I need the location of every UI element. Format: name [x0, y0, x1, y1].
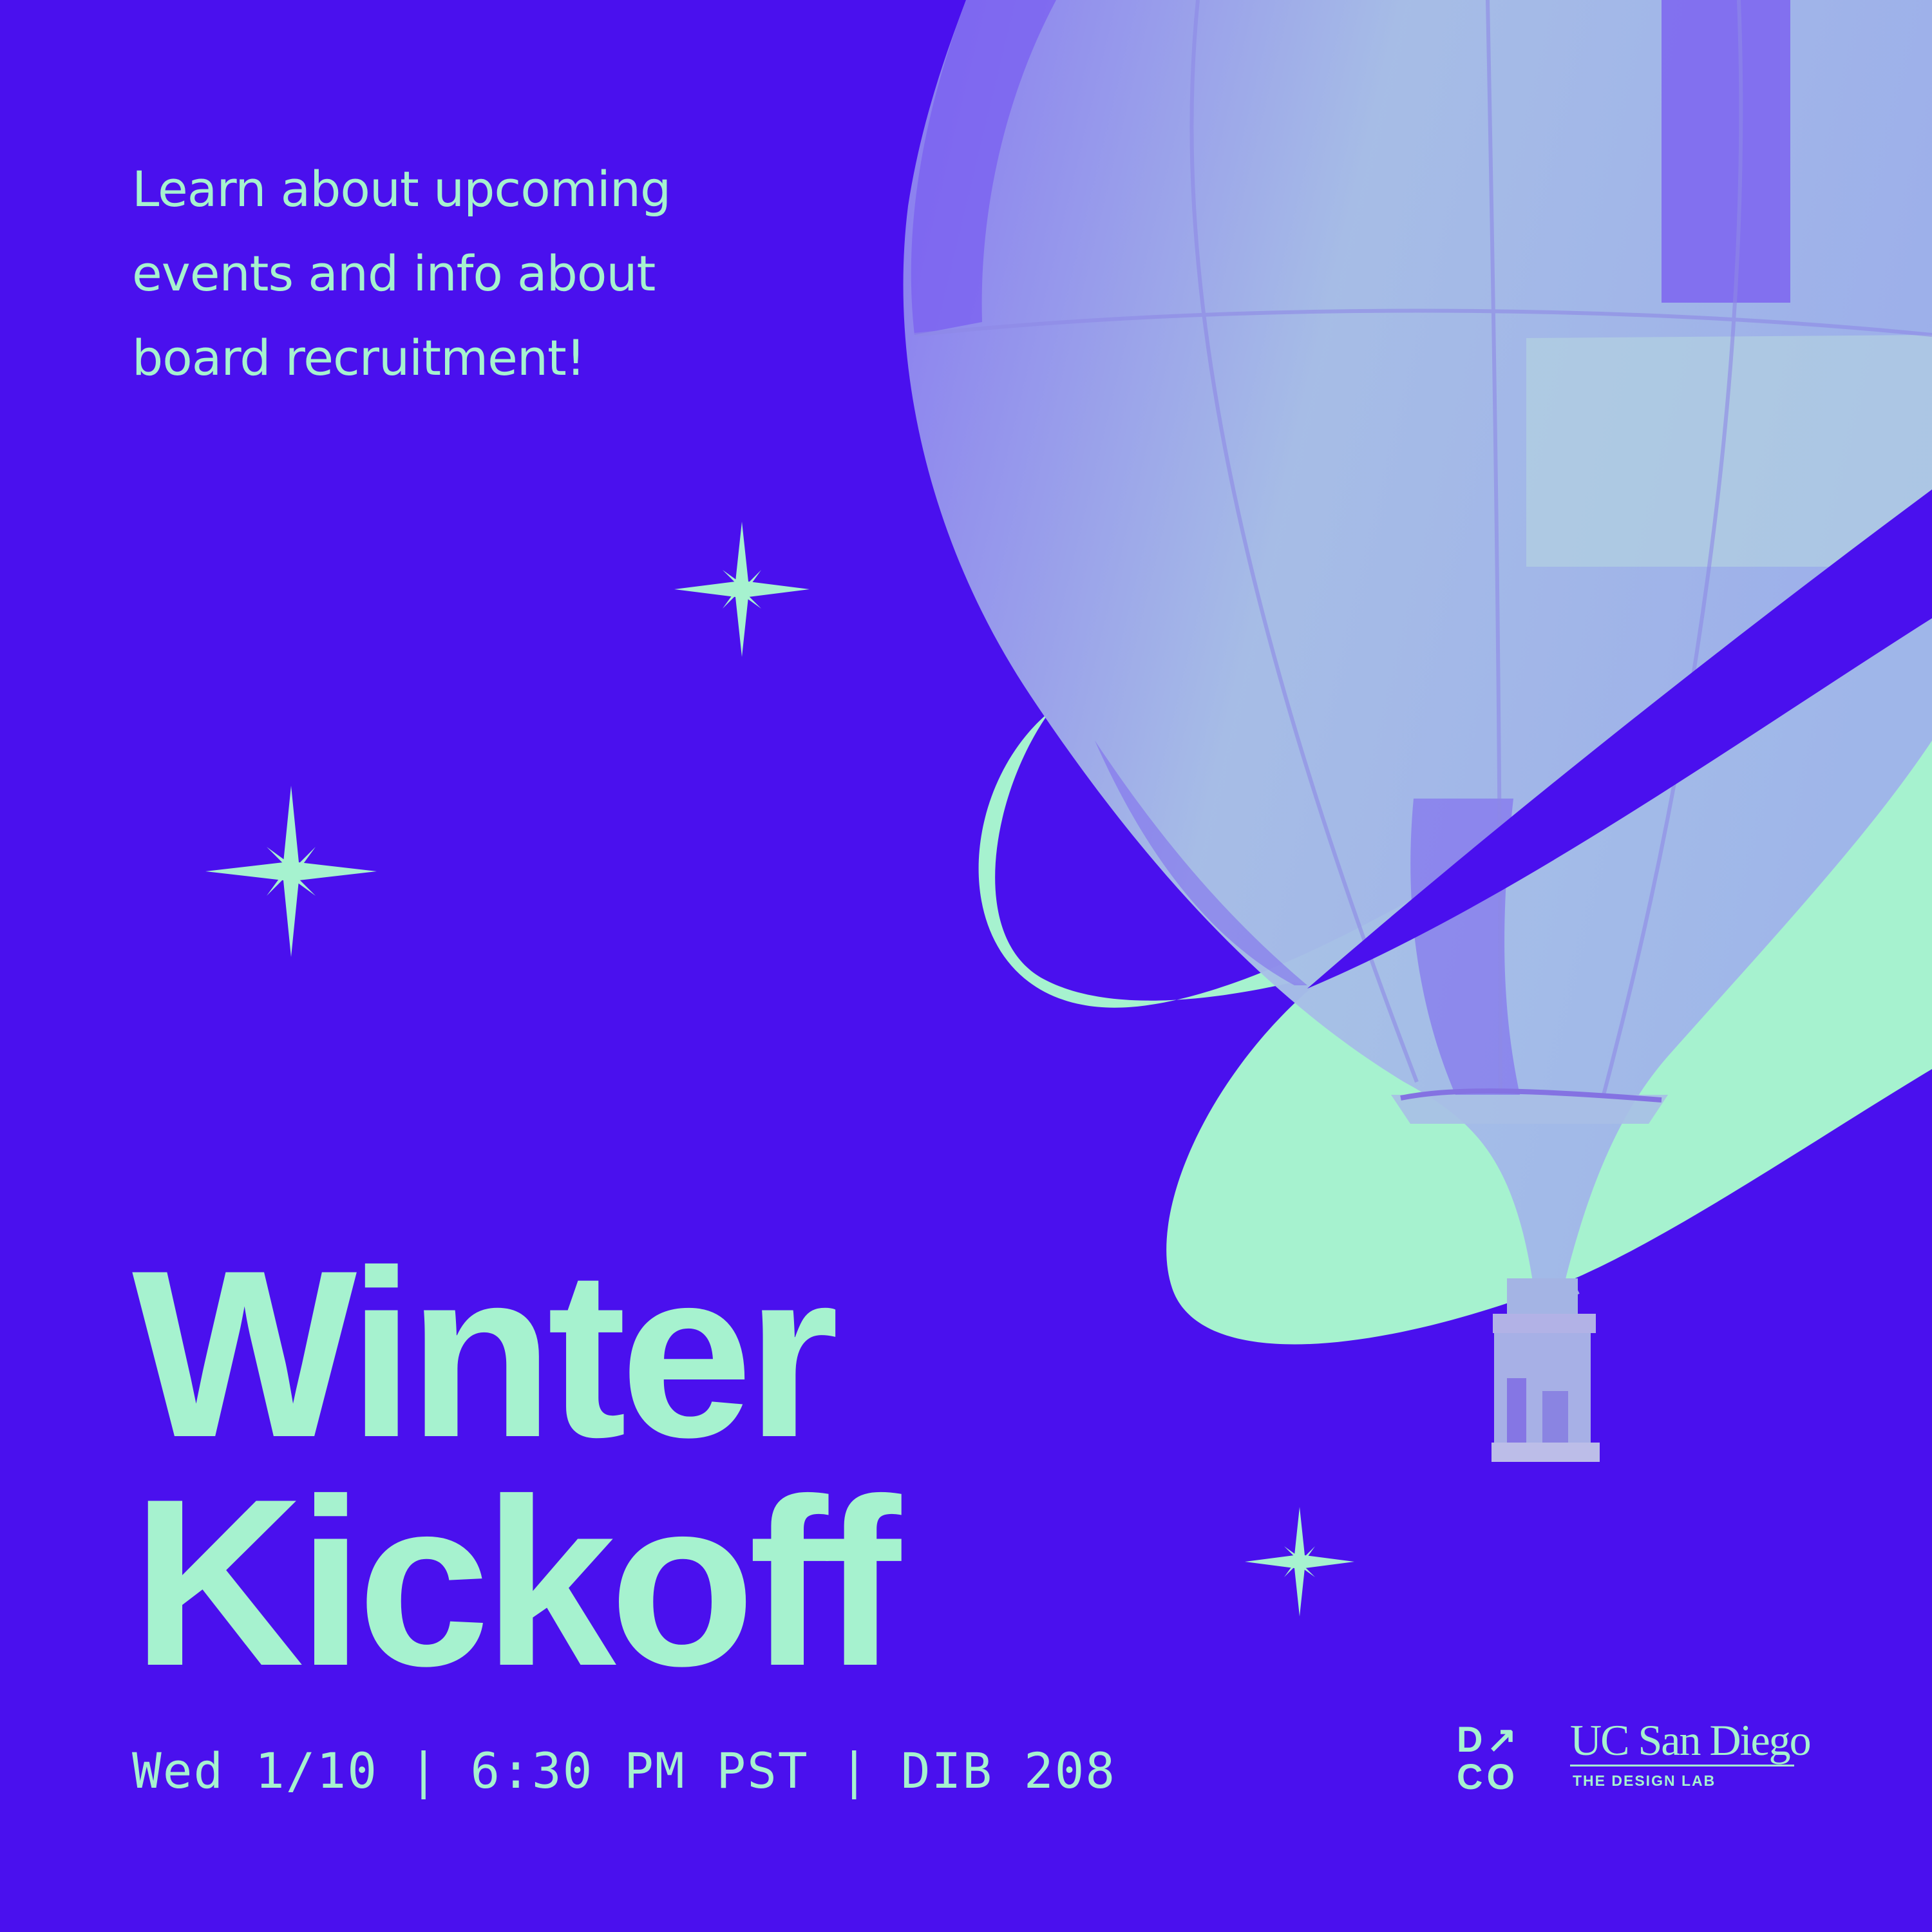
dco-logo-row: CO [1457, 1756, 1519, 1797]
dco-logo-row: D↗ [1457, 1719, 1521, 1759]
description-line: events and info about [132, 245, 656, 302]
sparkle-star-icon [1245, 1507, 1354, 1616]
event-details: Wed 1/10 | 6:30 PM PST | DIB 208 [132, 1742, 1117, 1799]
event-poster: Learn about upcoming events and info abo… [0, 0, 1932, 1932]
dco-logo: D↗ CO [1457, 1721, 1528, 1795]
event-title: Winter Kickoff [132, 1221, 901, 1716]
sparkle-star-icon [205, 786, 377, 957]
event-description: Learn about upcoming events and info abo… [132, 147, 840, 400]
title-line: Winter [132, 1221, 839, 1487]
sparkle-star-icon [674, 522, 810, 657]
title-line: Kickoff [132, 1450, 901, 1716]
uc-san-diego-logo: UC San Diego [1570, 1716, 1812, 1765]
design-lab-label: THE DESIGN LAB [1573, 1772, 1716, 1789]
logo-divider [1570, 1765, 1794, 1766]
description-line: Learn about upcoming [132, 160, 671, 218]
description-line: board recruitment! [132, 329, 585, 386]
